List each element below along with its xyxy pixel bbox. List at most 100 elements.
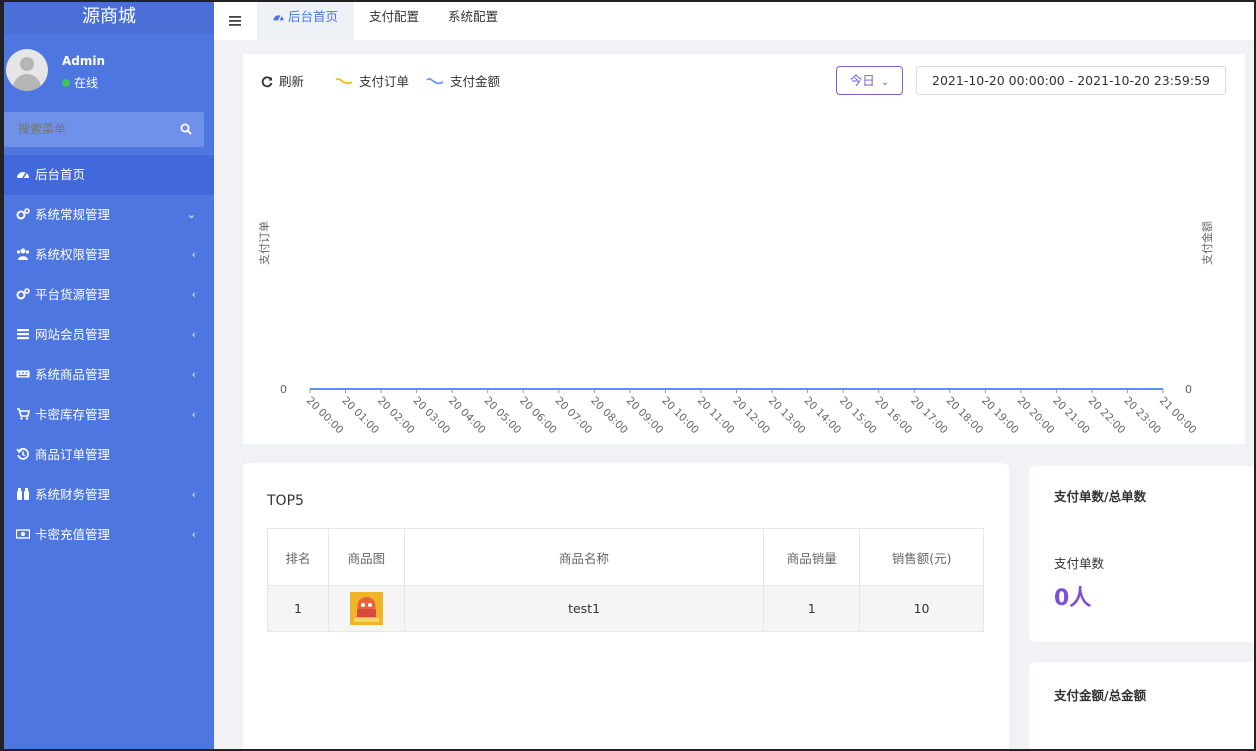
chevron-left-icon: ‹: [191, 288, 196, 301]
tab-payment-config[interactable]: 支付配置: [369, 2, 419, 41]
sidebar-item-label: 系统商品管理: [35, 367, 111, 382]
x-tick-label: 20 22:00: [1086, 395, 1128, 437]
y-tick-left: 0: [280, 383, 287, 396]
sidebar-item-supply[interactable]: 平台货源管理 ‹: [4, 275, 214, 315]
chevron-left-icon: ‹: [191, 248, 196, 261]
cart-icon: [17, 408, 30, 420]
cell-amount: 10: [859, 585, 984, 632]
users-icon: [16, 248, 30, 260]
binoculars-icon: [17, 488, 29, 500]
sidebar-item-card-stock[interactable]: 卡密库存管理 ‹: [4, 395, 214, 435]
tab-label: 支付配置: [369, 9, 420, 24]
x-tick-label: 20 11:00: [695, 395, 737, 437]
sidebar-item-label: 平台货源管理: [35, 287, 111, 302]
app-frame: 源商城 Admin 在线 后台首页 系统常规管理 ⌄: [4, 2, 1254, 749]
stat-count-title: 支付单数/总单数: [1054, 489, 1147, 504]
x-tick-label: 20 08:00: [588, 395, 630, 437]
line-chart: 支付订单 支付金额 0 0 20 00:0020 01:0020 02:0020…: [258, 221, 1214, 437]
sidebar-item-label: 系统常规管理: [35, 207, 111, 222]
avatar[interactable]: [6, 49, 48, 91]
stat-count-label: 支付单数: [1054, 556, 1105, 571]
dashboard-icon: [273, 15, 284, 21]
x-tick-label: 20 16:00: [873, 395, 915, 437]
chart-panel: 刷新 支付订单 支付金额 今日 ⌄ 2021-10-20 00:00:00 - …: [243, 54, 1245, 444]
top5-title: TOP5: [267, 493, 304, 509]
x-tick-label: 20 10:00: [659, 395, 701, 437]
hamburger-icon[interactable]: [229, 16, 241, 26]
dashboard-icon: [17, 172, 29, 179]
x-tick-label: 20 14:00: [801, 395, 843, 437]
header-name: 商品名称: [403, 528, 765, 586]
y-axis-label-right: 支付金额: [1200, 221, 1214, 265]
user-status-label: 在线: [74, 76, 99, 90]
history-icon: [16, 448, 29, 460]
search-icon[interactable]: [180, 123, 192, 135]
header-sales: 商品销量: [763, 528, 861, 586]
x-tick-label: 20 17:00: [908, 395, 950, 437]
x-tick-label: 20 21:00: [1050, 395, 1092, 437]
x-tick-label: 20 09:00: [624, 395, 666, 437]
app-logo[interactable]: 源商城: [4, 2, 214, 34]
tab-label: 系统配置: [448, 9, 499, 24]
table-row[interactable]: 1 test1 1 10: [267, 585, 984, 632]
menu-search: [4, 112, 204, 147]
sidebar-item-dashboard[interactable]: 后台首页: [4, 155, 214, 195]
chevron-left-icon: ‹: [191, 408, 196, 421]
chevron-left-icon: ‹: [191, 328, 196, 341]
sidebar-item-label: 卡密充值管理: [35, 527, 111, 542]
sidebar-item-products[interactable]: 系统商品管理 ‹: [4, 355, 214, 395]
x-tick-label: 20 01:00: [339, 395, 381, 437]
cell-rank: 1: [267, 585, 329, 632]
tab-label: 后台首页: [288, 9, 339, 24]
sidebar-item-general[interactable]: 系统常规管理 ⌄: [4, 195, 214, 235]
sidebar-item-orders[interactable]: 商品订单管理: [4, 435, 214, 475]
money-icon: [16, 529, 30, 539]
header-image: 商品图: [327, 528, 405, 586]
x-tick-label: 20 02:00: [375, 395, 417, 437]
cell-image: [327, 585, 405, 632]
sidebar-item-label: 网站会员管理: [35, 327, 111, 342]
stat-amount-panel: 支付金额/总金额: [1029, 662, 1254, 749]
x-tick-label: 20 19:00: [979, 395, 1021, 437]
sidebar-item-label: 后台首页: [35, 167, 86, 182]
user-name: Admin: [62, 54, 106, 68]
x-tick-label: 21 00:00: [1157, 395, 1199, 437]
x-tick-label: 20 04:00: [446, 395, 488, 437]
tab-system-config[interactable]: 系统配置: [448, 2, 498, 41]
user-panel: Admin 在线: [4, 34, 214, 104]
chevron-left-icon: ‹: [191, 488, 196, 501]
x-tick-label: 20 00:00: [304, 395, 346, 437]
sidebar-item-finance[interactable]: 系统财务管理 ‹: [4, 475, 214, 515]
sidebar-item-label: 系统权限管理: [35, 247, 111, 262]
sidebar-menu: 后台首页 系统常规管理 ⌄ 系统权限管理 ‹ 平台货源管理 ‹ 网站会员管理 ‹…: [4, 155, 214, 555]
chevron-left-icon: ‹: [191, 368, 196, 381]
cell-sales: 1: [763, 585, 861, 632]
stat-count-value: 0人: [1054, 586, 1092, 611]
sidebar-item-members[interactable]: 网站会员管理 ‹: [4, 315, 214, 355]
stat-amount-title: 支付金额/总金额: [1054, 688, 1147, 703]
cogs-icon: [16, 288, 30, 300]
cogs-icon: [16, 208, 30, 220]
x-tick-label: 20 03:00: [411, 395, 453, 437]
x-tick-label: 20 13:00: [766, 395, 808, 437]
x-tick-label: 20 06:00: [517, 395, 559, 437]
cell-name: test1: [403, 585, 765, 632]
sidebar-item-label: 系统财务管理: [35, 487, 111, 502]
x-tick-label: 20 05:00: [482, 395, 524, 437]
x-tick-label: 20 18:00: [944, 395, 986, 437]
x-tick-label: 20 07:00: [553, 395, 595, 437]
header-amount: 销售额(元): [859, 528, 984, 586]
online-dot-icon: [62, 79, 70, 87]
chevron-left-icon: ‹: [191, 528, 196, 541]
tab-dashboard[interactable]: 后台首页: [257, 2, 354, 41]
product-thumbnail[interactable]: [349, 592, 383, 625]
header-rank: 排名: [267, 528, 329, 586]
search-input[interactable]: [18, 112, 168, 147]
top-bar: 后台首页 支付配置 系统配置: [214, 2, 1254, 41]
user-status: 在线: [62, 74, 98, 91]
sidebar-item-permissions[interactable]: 系统权限管理 ‹: [4, 235, 214, 275]
chevron-down-icon: ⌄: [186, 208, 196, 221]
sidebar-item-recharge[interactable]: 卡密充值管理 ‹: [4, 515, 214, 555]
keyboard-icon: [16, 370, 30, 378]
y-axis-label-left: 支付订单: [258, 221, 271, 265]
